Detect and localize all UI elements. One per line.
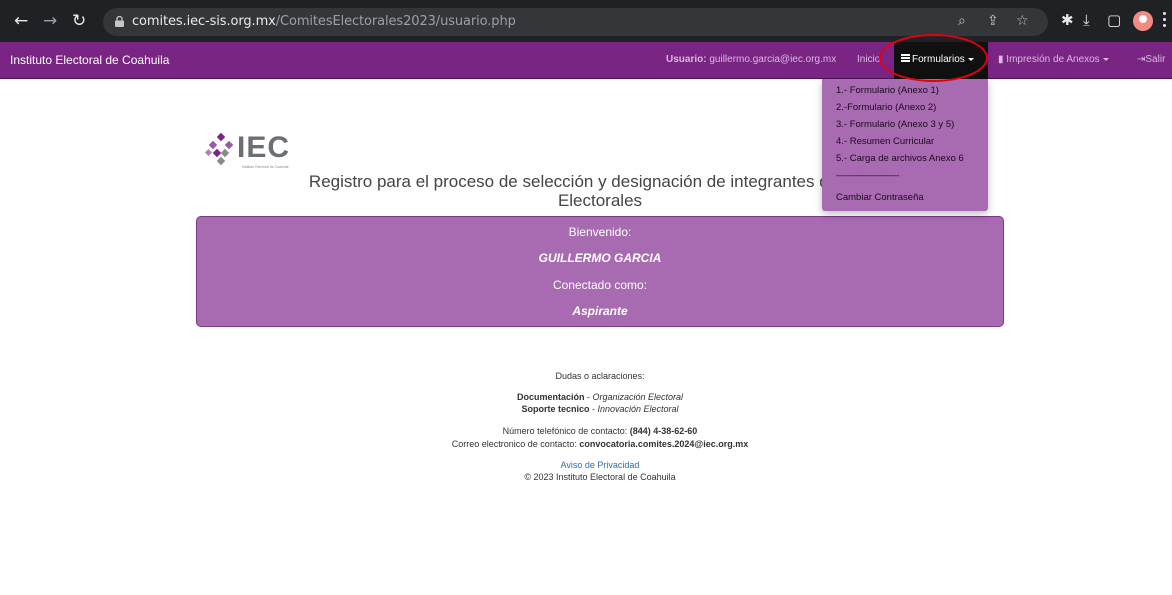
iec-logo-mark xyxy=(205,132,234,166)
footer-email: Correo electronico de contacto: convocat… xyxy=(300,439,900,449)
extensions-icon[interactable]: ✱ xyxy=(1061,11,1074,29)
download-icon[interactable]: ⤓ xyxy=(1083,11,1090,29)
url-text: comites.iec-sis.org.mx/ComitesElectorale… xyxy=(132,14,516,29)
footer-documentacion: Documentación - Organización Electoral xyxy=(516,392,684,402)
menu-item-carga-archivos[interactable]: 5.- Carga de archivos Anexo 6 xyxy=(836,153,964,164)
user-info: Usuario: guillermo.garcia@iec.org.mx xyxy=(666,54,836,65)
forward-icon[interactable]: → xyxy=(43,11,57,31)
privacy-link[interactable]: Aviso de Privacidad xyxy=(300,460,900,470)
menu-item-anexo3-5[interactable]: 3.- Formulario (Anexo 3 y 5) xyxy=(836,119,954,130)
brand-link[interactable]: Instituto Electoral de Coahuila xyxy=(10,53,169,67)
site-navbar: Instituto Electoral de Coahuila Usuario:… xyxy=(0,42,1172,79)
soporte-label: Soporte tecnico xyxy=(521,404,590,414)
impresion-label: Impresión de Anexos xyxy=(1006,54,1100,65)
menu-item-cambiar-contrasena[interactable]: Cambiar Contraseña xyxy=(836,192,924,203)
doc-label: Documentación xyxy=(516,392,585,402)
menu-item-anexo2[interactable]: 2.-Formulario (Anexo 2) xyxy=(836,102,936,113)
user-role: Aspirante xyxy=(572,304,628,318)
formularios-dropdown-menu: 1.- Formulario (Anexo 1) 2.-Formulario (… xyxy=(822,79,988,211)
zoom-icon[interactable]: ⌕ xyxy=(958,13,966,29)
email-address: convocatoria.comites.2024@iec.org.mx xyxy=(579,439,749,449)
footer-copyright: © 2023 Instituto Electoral de Coahuila xyxy=(524,472,676,482)
soporte-area: Innovación Electoral xyxy=(597,404,679,414)
menu-separator: ----------------------------- xyxy=(836,171,899,180)
footer-phone: Número telefónico de contacto: (844) 4-3… xyxy=(300,426,900,436)
side-panel-icon[interactable]: ▢ xyxy=(1107,11,1121,29)
footer-dudas: Dudas o aclaraciones: xyxy=(555,371,645,381)
welcome-greeting: Bienvenido: xyxy=(568,225,632,239)
nav-inicio-link[interactable]: Inicio xyxy=(857,54,880,65)
email-label: Correo electronico de contacto: xyxy=(451,439,577,449)
lock-icon xyxy=(115,16,124,27)
phone-label: Número telefónico de contacto: xyxy=(502,426,628,436)
nav-salir-link[interactable]: ⇥Salir xyxy=(1137,54,1165,65)
phone-number: (844) 4-38-62-60 xyxy=(629,426,698,436)
menu-item-resumen-curricular[interactable]: 4.- Resumen Curricular xyxy=(836,136,934,147)
salir-label: Salir xyxy=(1145,54,1166,65)
menu-item-anexo1[interactable]: 1.- Formulario (Anexo 1) xyxy=(836,85,939,96)
logo-subtitle: Instituto Electoral de Coahuila xyxy=(242,165,289,169)
bookmark-star-icon[interactable]: ☆ xyxy=(1016,13,1029,29)
browser-toolbar: ← → ↻ comites.iec-sis.org.mx/ComitesElec… xyxy=(0,0,1172,42)
welcome-panel: Bienvenido: GUILLERMO GARCIA Conectado c… xyxy=(196,216,1004,327)
nav-impresion-anexos[interactable]: ▮ Impresión de Anexos xyxy=(998,54,1109,65)
caret-down-icon xyxy=(1102,57,1109,61)
footer-soporte: Soporte tecnico - Innovación Electoral xyxy=(521,404,679,414)
user-label: Usuario: xyxy=(666,54,707,65)
back-icon[interactable]: ← xyxy=(14,11,28,31)
address-bar[interactable]: comites.iec-sis.org.mx/ComitesElectorale… xyxy=(103,8,1048,36)
profile-avatar-icon[interactable] xyxy=(1133,11,1153,31)
connected-as-label: Conectado como: xyxy=(552,278,648,292)
menu-kebab-icon[interactable] xyxy=(1163,12,1166,29)
user-email: guillermo.garcia@iec.org.mx xyxy=(709,54,837,65)
doc-area: Organización Electoral xyxy=(592,392,684,402)
highlight-annotation xyxy=(879,34,988,82)
share-icon[interactable]: ⇪ xyxy=(987,13,999,29)
iec-logo: IEC Instituto Electoral de Coahuila xyxy=(205,132,320,172)
welcome-user-name: GUILLERMO GARCIA xyxy=(538,251,662,265)
logo-text: IEC xyxy=(237,131,291,164)
reload-icon[interactable]: ↻ xyxy=(72,11,86,31)
file-icon: ▮ xyxy=(998,54,1004,65)
